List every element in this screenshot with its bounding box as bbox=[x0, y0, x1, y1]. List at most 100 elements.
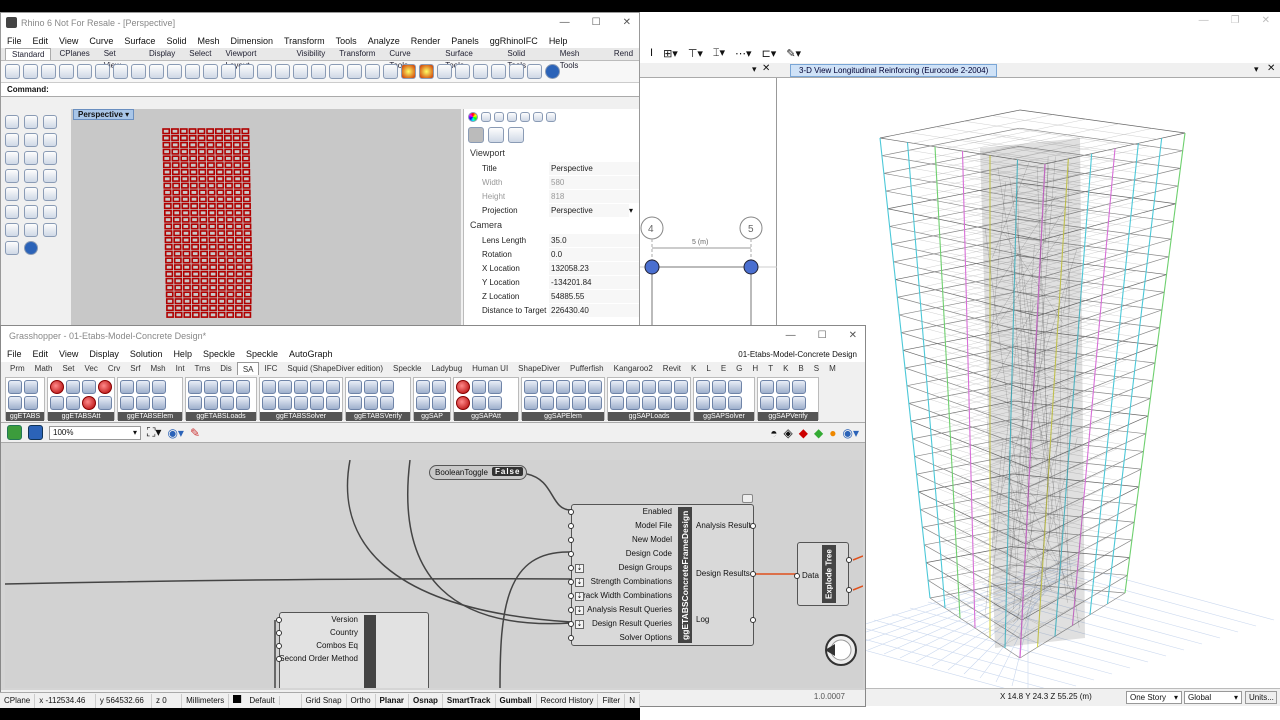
property-value-rotation[interactable]: 0.0 bbox=[549, 248, 639, 261]
story-select[interactable]: One Story ▾ bbox=[1126, 691, 1182, 704]
category-tab-l-21[interactable]: L bbox=[701, 362, 715, 375]
move-tool-icon[interactable] bbox=[24, 205, 38, 219]
component-icon[interactable] bbox=[82, 380, 96, 394]
freeform-tool-icon[interactable] bbox=[5, 169, 19, 183]
component-icon[interactable] bbox=[310, 380, 324, 394]
circle-tool-icon[interactable] bbox=[24, 133, 38, 147]
explode-input-pin[interactable] bbox=[794, 573, 800, 579]
property-value-width[interactable]: 580 bbox=[549, 176, 639, 189]
pen-icon[interactable]: ✎▾ bbox=[786, 47, 801, 60]
sketch-pen-icon[interactable]: ✎ bbox=[190, 426, 200, 440]
tab-standard[interactable]: Standard bbox=[5, 48, 51, 60]
notes-icon[interactable] bbox=[546, 112, 556, 122]
text-cursor-icon[interactable]: I bbox=[650, 47, 653, 59]
open-folder-icon[interactable] bbox=[23, 64, 38, 79]
minimize-icon[interactable]: — bbox=[786, 330, 796, 341]
component-icon[interactable] bbox=[556, 396, 570, 410]
component-icon[interactable] bbox=[348, 396, 362, 410]
surface-tool-icon[interactable] bbox=[43, 169, 57, 183]
lasso-icon[interactable] bbox=[329, 64, 344, 79]
input-pin-crack-width-combinations[interactable] bbox=[568, 593, 574, 599]
component-icon[interactable] bbox=[310, 396, 324, 410]
component-icon[interactable] bbox=[588, 396, 602, 410]
open-file-icon[interactable] bbox=[7, 425, 22, 440]
polygon-tool-icon[interactable] bbox=[24, 151, 38, 165]
arc-tool-icon[interactable] bbox=[43, 133, 57, 147]
camera-icon[interactable] bbox=[468, 127, 484, 143]
menu-edit[interactable]: Edit bbox=[33, 36, 49, 46]
select-tool-icon[interactable] bbox=[5, 115, 19, 129]
view-close-icon[interactable]: ✕ bbox=[1267, 63, 1275, 74]
component-icon[interactable] bbox=[540, 380, 554, 394]
help-icon[interactable] bbox=[533, 112, 543, 122]
paste-icon[interactable] bbox=[131, 64, 146, 79]
material-preview-icon[interactable]: ● bbox=[829, 426, 836, 440]
output-pin[interactable] bbox=[750, 571, 756, 577]
component-icon[interactable] bbox=[572, 396, 586, 410]
component-icon[interactable] bbox=[792, 396, 806, 410]
sun-icon[interactable] bbox=[491, 64, 506, 79]
menu-solid[interactable]: Solid bbox=[166, 36, 186, 46]
category-tab-revit-19[interactable]: Revit bbox=[658, 362, 686, 375]
wall-icon[interactable]: ⊏▾ bbox=[762, 47, 777, 60]
gh-canvas[interactable]: BooleanToggle False Enabled Model File New… bbox=[5, 460, 863, 688]
category-tab-human-ui-15[interactable]: Human UI bbox=[467, 362, 513, 375]
category-tab-k-20[interactable]: K bbox=[686, 362, 701, 375]
tab-curve-tools[interactable]: Curve Tools bbox=[383, 48, 437, 60]
gh-menu-help-5[interactable]: Help bbox=[173, 349, 192, 359]
category-tab-e-22[interactable]: E bbox=[716, 362, 731, 375]
tab-select[interactable]: Select bbox=[183, 48, 217, 60]
options-icon[interactable] bbox=[509, 64, 524, 79]
explode-tree-node[interactable]: Data Explode Tree bbox=[797, 542, 849, 606]
gh-menu-file-0[interactable]: File bbox=[7, 349, 22, 359]
menu-ggrhinoifc[interactable]: ggRhinoIFC bbox=[490, 36, 538, 46]
category-tab-crv-4[interactable]: Crv bbox=[103, 362, 125, 375]
status-toggle-n[interactable]: N bbox=[625, 694, 640, 708]
maximize-icon[interactable]: ☐ bbox=[592, 17, 601, 28]
menu-file[interactable]: File bbox=[7, 36, 22, 46]
tab-solid-tools[interactable]: Solid Tools bbox=[501, 48, 551, 60]
menu-view[interactable]: View bbox=[59, 36, 78, 46]
input-pin-design-groups[interactable] bbox=[568, 565, 574, 571]
shade-icon[interactable] bbox=[401, 64, 416, 79]
gh-menu-autograph-8[interactable]: AutoGraph bbox=[289, 349, 333, 359]
plan-close-icon[interactable]: ✕ bbox=[762, 63, 770, 74]
component-icon[interactable] bbox=[610, 380, 624, 394]
boolean-toggle[interactable]: BooleanToggle False bbox=[429, 465, 527, 480]
curve-tool-icon[interactable] bbox=[5, 133, 19, 147]
component-icon[interactable] bbox=[50, 380, 64, 394]
tab-set-view[interactable]: Set View bbox=[98, 48, 141, 60]
lightbulb-icon[interactable] bbox=[365, 64, 380, 79]
status-toggle-filter[interactable]: Filter bbox=[598, 694, 625, 708]
component-icon[interactable] bbox=[696, 380, 710, 394]
component-icon[interactable] bbox=[472, 396, 486, 410]
menu-curve[interactable]: Curve bbox=[89, 36, 113, 46]
component-icon[interactable] bbox=[760, 380, 774, 394]
transform-tool-icon[interactable] bbox=[5, 205, 19, 219]
navigation-compass-icon[interactable] bbox=[821, 630, 861, 670]
render-icon[interactable] bbox=[419, 64, 434, 79]
view-dropdown-icon[interactable]: ▾ bbox=[1254, 64, 1259, 75]
component-icon[interactable] bbox=[136, 380, 150, 394]
component-icon[interactable] bbox=[626, 380, 640, 394]
component-icon[interactable] bbox=[188, 396, 202, 410]
component-icon[interactable] bbox=[712, 380, 726, 394]
component-icon[interactable] bbox=[432, 380, 446, 394]
component-icon[interactable] bbox=[540, 396, 554, 410]
rotate-view-icon[interactable] bbox=[185, 64, 200, 79]
property-value-y-location[interactable]: -134201.84 bbox=[549, 276, 639, 289]
zoom-extents-icon[interactable] bbox=[257, 64, 272, 79]
property-value-lens-length[interactable]: 35.0 bbox=[549, 234, 639, 247]
preview-mode-icon[interactable]: ◓ bbox=[770, 426, 777, 440]
output-pin[interactable] bbox=[750, 617, 756, 623]
coord-system-select[interactable]: Global ▾ bbox=[1184, 691, 1242, 704]
gh-menu-edit-1[interactable]: Edit bbox=[33, 349, 49, 359]
save-icon[interactable] bbox=[28, 425, 43, 440]
component-icon[interactable] bbox=[760, 396, 774, 410]
component-icon[interactable] bbox=[188, 380, 202, 394]
component-icon[interactable] bbox=[66, 380, 80, 394]
component-icon[interactable] bbox=[776, 380, 790, 394]
maximize-icon[interactable]: ☐ bbox=[818, 330, 827, 341]
component-icon[interactable] bbox=[236, 380, 250, 394]
category-tab-k-26[interactable]: K bbox=[778, 362, 793, 375]
